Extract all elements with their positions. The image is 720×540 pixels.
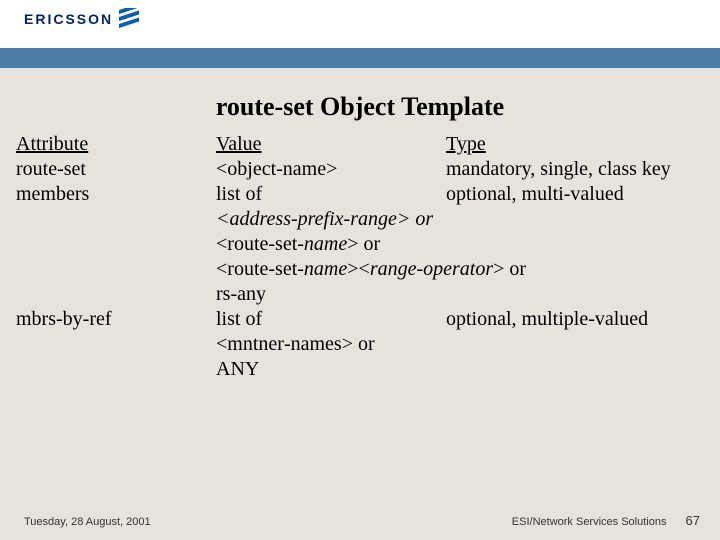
text-segment: > or [347, 233, 380, 255]
row-members: members list of optional, multi-valued [16, 182, 704, 207]
text-segment: <route-set- [216, 233, 304, 255]
value-cell: list of [216, 182, 446, 207]
text-segment: - [284, 333, 291, 355]
header-value: Value [216, 132, 446, 157]
text-segment: <mntner [216, 333, 284, 355]
text-segment: >< [347, 258, 370, 280]
row-mbrs-by-ref: mbrs-by-ref list of optional, multiple-v… [16, 307, 704, 332]
attr-cell: mbrs-by-ref [16, 307, 216, 332]
value-line: <route-set-name> or [16, 232, 704, 257]
footer-org: ESI/Network Services Solutions [512, 516, 667, 528]
template-table: Attribute Value Type route-set <object-n… [0, 132, 720, 382]
value-line: ANY [16, 357, 704, 382]
type-cell: optional, multi-valued [446, 182, 704, 207]
header-attribute: Attribute [16, 132, 216, 157]
value-cell: list of [216, 307, 446, 332]
footer-page: 67 [686, 513, 700, 528]
ericsson-bars-icon [119, 8, 139, 30]
type-cell: optional, multiple-valued [446, 307, 704, 332]
logo-text: ERICSSON [24, 11, 113, 27]
attr-cell: members [16, 182, 216, 207]
type-cell: mandatory, single, class key [446, 157, 704, 182]
value-line: <mntner-names> or [16, 332, 704, 357]
row-route-set: route-set <object-name> mandatory, singl… [16, 157, 704, 182]
footer-right: ESI/Network Services Solutions 67 [512, 513, 700, 528]
header-type: Type [446, 132, 704, 157]
value-line: <route-set-name><range-operator> or [16, 257, 704, 282]
page-title: route-set Object Template [0, 92, 720, 122]
footer-date: Tuesday, 28 August, 2001 [24, 516, 151, 528]
text-segment: <route-set- [216, 258, 304, 280]
value-line: <address-prefix-range> or [16, 207, 704, 232]
text-segment: > or [493, 258, 526, 280]
text-segment: names> or [291, 333, 375, 355]
header-row: Attribute Value Type [16, 132, 704, 157]
value-cell: <object-name> [216, 157, 446, 182]
value-line: rs-any [16, 282, 704, 307]
attr-cell: route-set [16, 157, 216, 182]
accent-bar [0, 48, 720, 68]
text-segment: name [304, 233, 347, 255]
brand-logo: ERICSSON [24, 8, 720, 30]
text-segment: name [304, 258, 347, 280]
header-band: ERICSSON [0, 0, 720, 48]
text-segment: range-operator [370, 258, 493, 280]
